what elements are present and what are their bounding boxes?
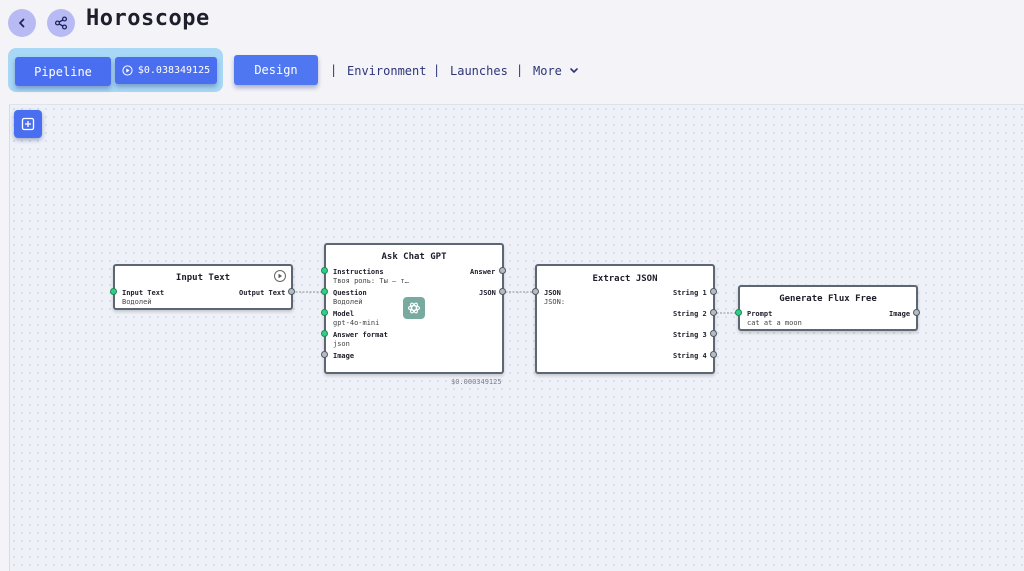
port-value: Водолей: [333, 298, 363, 306]
port-value: Водолей: [122, 298, 152, 306]
node-title: Generate Flux Free: [779, 294, 877, 304]
openai-icon: [403, 297, 425, 319]
port-answer[interactable]: [499, 267, 506, 274]
nav-separator: |: [516, 63, 524, 77]
port-model[interactable]: [321, 309, 328, 316]
run-cost-button[interactable]: $0.038349125: [115, 57, 217, 84]
play-circle-icon[interactable]: [274, 270, 286, 282]
port-json-in[interactable]: [532, 288, 539, 295]
port-string-3[interactable]: [710, 330, 717, 337]
port-value: cat at a moon: [747, 319, 802, 327]
plus-square-icon: [21, 117, 35, 131]
port-answer-format[interactable]: [321, 330, 328, 337]
nav-separator: |: [330, 63, 338, 77]
share-icon: [54, 16, 68, 30]
play-circle-icon: [122, 65, 133, 76]
port-label: Prompt: [747, 310, 773, 318]
back-button[interactable]: [8, 9, 36, 37]
port-string-2[interactable]: [710, 309, 717, 316]
pipeline-canvas[interactable]: [9, 104, 1024, 571]
port-image-out[interactable]: [913, 309, 920, 316]
port-instructions[interactable]: [321, 267, 328, 274]
port-label: Input Text: [122, 289, 165, 297]
share-button[interactable]: [47, 9, 75, 37]
port-prompt[interactable]: [735, 309, 742, 316]
port-label: String 3: [673, 331, 707, 339]
port-label: Model: [333, 310, 355, 318]
port-label: Answer format: [333, 331, 388, 339]
port-value: json: [333, 340, 350, 348]
port-json-out[interactable]: [499, 288, 506, 295]
port-value: JSON:: [544, 298, 566, 306]
chevron-left-icon: [19, 18, 25, 28]
port-image[interactable]: [321, 351, 328, 358]
chevron-down-icon[interactable]: [569, 67, 579, 75]
nav-launches[interactable]: Launches: [450, 64, 508, 78]
port-label: Question: [333, 289, 367, 297]
nav-more[interactable]: More: [533, 64, 562, 78]
port-label: Output Text: [239, 289, 286, 297]
port-label: JSON: [479, 289, 496, 297]
port-label: Answer: [470, 268, 496, 276]
port-value: gpt-4o-mini: [333, 319, 380, 327]
nav-separator: |: [433, 63, 441, 77]
nav-environment[interactable]: Environment: [347, 64, 426, 78]
port-label: Image: [333, 352, 355, 360]
pipeline-tab[interactable]: Pipeline: [15, 57, 111, 86]
node-cost: $0.000349125: [451, 378, 502, 386]
add-node-button[interactable]: [14, 110, 42, 138]
port-string-4[interactable]: [710, 351, 717, 358]
node-title: Input Text: [175, 273, 231, 283]
port-label: Instructions: [333, 268, 384, 276]
port-label: String 1: [673, 289, 707, 297]
header: Horoscope Pipeline $0.038349125 Design |…: [0, 0, 1024, 104]
port-label: JSON: [544, 289, 561, 297]
node-title: Ask Chat GPT: [381, 252, 447, 262]
port-question[interactable]: [321, 288, 328, 295]
pipeline-cost: $0.038349125: [137, 65, 211, 76]
node-title: Extract JSON: [592, 274, 658, 284]
page-title: Horoscope: [86, 6, 210, 31]
port-string-1[interactable]: [710, 288, 717, 295]
port-output-text[interactable]: [288, 288, 295, 295]
port-label: String 4: [673, 352, 707, 360]
port-label: Image: [889, 310, 911, 318]
port-input-text[interactable]: [110, 288, 117, 295]
port-label: String 2: [673, 310, 707, 318]
port-value: Твоя роль: Ты — т…: [333, 277, 409, 285]
design-tab[interactable]: Design: [234, 55, 318, 85]
